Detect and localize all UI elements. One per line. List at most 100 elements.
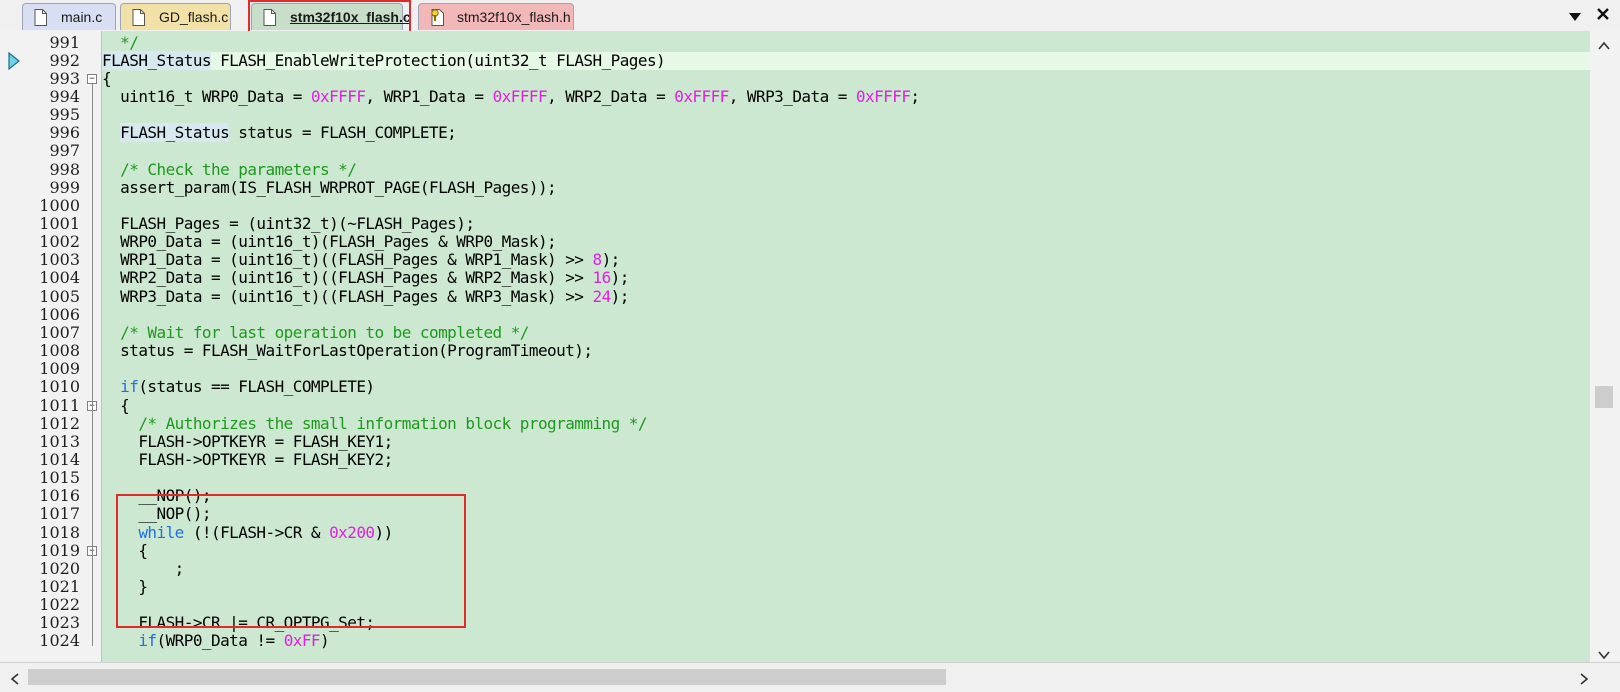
code-token: , WRP3_Data =	[728, 86, 856, 106]
code-editor[interactable]: 991 992 993 994 995 996 997 998 999 1000 1001 1002 1…	[0, 31, 1620, 662]
code-line[interactable]: FLASH_Status status = FLASH_COMPLETE;	[102, 123, 457, 143]
code-line[interactable]: WRP1_Data = (uint16_t)((FLASH_Pages & WR…	[102, 250, 621, 270]
line-number[interactable]: 1021	[0, 577, 80, 597]
line-number[interactable]: 1003	[0, 251, 80, 270]
line-number[interactable]: 1019	[0, 541, 80, 561]
line-number[interactable]: 1009	[0, 359, 80, 379]
line-number[interactable]: 1017	[0, 505, 80, 524]
line-number[interactable]: 1018	[0, 523, 80, 543]
tab-label: GD_flash.c	[159, 9, 229, 25]
line-number[interactable]: 1022	[0, 595, 80, 615]
code-line[interactable]: /* Wait for last operation to be complet…	[102, 323, 529, 343]
line-number[interactable]: 1006	[0, 305, 80, 325]
code-line[interactable]: FLASH_Pages = (uint32_t)(~FLASH_Pages);	[102, 214, 475, 234]
code-line[interactable]: assert_param(IS_FLASH_WRPROT_PAGE(FLASH_…	[102, 177, 557, 198]
line-number[interactable]: 1016	[0, 487, 80, 506]
line-number[interactable]: 1023	[0, 614, 80, 633]
code-token: uint16_t WRP0_Data =	[102, 86, 311, 106]
line-number[interactable]: 1010	[0, 378, 80, 397]
line-number[interactable]: 1000	[0, 196, 80, 216]
line-number-gutter[interactable]: 991 992 993 994 995 996 997 998 999 1000 1001 1002 1…	[0, 31, 101, 662]
line-number[interactable]: 1014	[0, 450, 80, 470]
code-token: );	[610, 286, 630, 306]
line-number[interactable]: 1001	[0, 214, 80, 234]
line-number[interactable]: 1012	[0, 414, 80, 434]
line-number[interactable]: 1008	[0, 341, 80, 361]
code-token-comment: /* Authorizes the small information bloc…	[102, 413, 647, 433]
line-number[interactable]: 1015	[0, 468, 80, 488]
code-token-num: 0xFFFF	[492, 86, 548, 106]
line-number[interactable]: 999	[0, 178, 80, 198]
line-number[interactable]: 994	[0, 87, 80, 107]
line-number[interactable]: 996	[0, 124, 80, 143]
code-token: , WRP2_Data =	[547, 86, 675, 106]
code-token-num: 16	[592, 268, 611, 288]
code-token: status = FLASH_WaitForLastOperation(Prog…	[102, 341, 593, 361]
code-line[interactable]: uint16_t WRP0_Data = 0xFFFF, WRP1_Data =…	[102, 86, 920, 107]
tab-gd-flash-c[interactable]: GD_flash.c	[120, 3, 231, 30]
code-token: );	[601, 250, 621, 270]
nop-loop-highlight-box	[116, 494, 466, 628]
code-token-comment: /* Check the parameters */	[102, 159, 357, 179]
line-number[interactable]: 995	[0, 105, 80, 125]
code-token: assert_param(IS_FLASH_WRPROT_PAGE(FLASH_…	[102, 177, 557, 197]
code-line[interactable]: if(status == FLASH_COMPLETE)	[102, 377, 375, 397]
tab-main-c[interactable]: main.c	[22, 3, 116, 30]
code-line[interactable]: WRP2_Data = (uint16_t)((FLASH_Pages & WR…	[102, 269, 629, 288]
line-number[interactable]: 998	[0, 160, 80, 180]
code-line[interactable]: /* Check the parameters */	[102, 159, 357, 180]
line-number[interactable]: 1011	[0, 396, 80, 416]
code-token-type-hl: FLASH_Status	[120, 123, 230, 143]
code-token-comment: */	[102, 32, 139, 52]
line-number[interactable]: 1024	[0, 632, 80, 651]
code-token-num: 24	[592, 286, 611, 306]
line-number[interactable]: 997	[0, 142, 80, 161]
code-line[interactable]: {	[102, 395, 130, 416]
code-token: WRP2_Data = (uint16_t)((FLASH_Pages & WR…	[102, 268, 593, 288]
tab-list-dropdown-icon[interactable]	[1568, 9, 1582, 27]
code-token: );	[610, 268, 630, 288]
code-line[interactable]: WRP3_Data = (uint16_t)((FLASH_Pages & WR…	[102, 286, 630, 307]
vertical-scrollbar[interactable]	[1590, 31, 1620, 662]
tab-stm32f10x-flash-h[interactable]: stm32f10x_flash.h	[418, 3, 574, 30]
code-token: ;	[910, 86, 920, 106]
code-token: {	[102, 68, 112, 88]
code-line[interactable]: FLASH_Status FLASH_EnableWriteProtection…	[102, 50, 666, 71]
horizontal-scroll-thumb[interactable]	[28, 669, 946, 685]
code-line[interactable]: status = FLASH_WaitForLastOperation(Prog…	[102, 341, 593, 361]
close-icon[interactable]	[1596, 7, 1610, 26]
code-line[interactable]: FLASH->OPTKEYR = FLASH_KEY1;	[102, 432, 393, 452]
scroll-up-icon[interactable]	[1598, 37, 1610, 55]
code-token: FLASH->OPTKEYR = FLASH_KEY2;	[102, 449, 393, 469]
line-number[interactable]: 1004	[0, 269, 80, 288]
code-line[interactable]: if(WRP0_Data != 0xFF)	[102, 632, 329, 651]
code-line[interactable]: /* Authorizes the small information bloc…	[102, 413, 647, 434]
horizontal-scrollbar[interactable]	[0, 662, 1620, 692]
line-number[interactable]: 1002	[0, 232, 80, 252]
tab-bar: main.c GD_flash.c stm32f10x_flash.c stm3…	[0, 0, 1620, 38]
code-line[interactable]: WRP0_Data = (uint16_t)(FLASH_Pages & WRP…	[102, 232, 557, 252]
code-token-num: 0xFFFF	[855, 86, 911, 106]
code-token: WRP0_Data = (uint16_t)(FLASH_Pages & WRP…	[102, 232, 557, 252]
scroll-right-icon[interactable]	[1580, 672, 1589, 690]
code-token: )	[320, 631, 330, 651]
line-number[interactable]: 1007	[0, 323, 80, 343]
line-number[interactable]: 1020	[0, 559, 80, 579]
fold-toggle-icon[interactable]: −	[87, 73, 97, 84]
code-token: (status == FLASH_COMPLETE)	[138, 377, 375, 397]
code-line[interactable]: FLASH->OPTKEYR = FLASH_KEY2;	[102, 449, 393, 470]
fold-guide-line	[92, 374, 93, 411]
line-number[interactable]: 1013	[0, 432, 80, 452]
code-token: FLASH_EnableWriteProtection(uint32_t FLA…	[211, 50, 666, 70]
fold-guide-line	[92, 229, 93, 647]
code-token: {	[102, 395, 130, 415]
scroll-left-icon[interactable]	[10, 672, 19, 690]
code-token-num: 0xFFFF	[310, 86, 366, 106]
line-number[interactable]: 991	[0, 33, 80, 53]
code-line[interactable]: */	[102, 32, 139, 53]
vertical-scroll-thumb[interactable]	[1595, 386, 1613, 408]
code-line[interactable]: {	[102, 68, 112, 89]
line-number[interactable]: 1005	[0, 287, 80, 307]
